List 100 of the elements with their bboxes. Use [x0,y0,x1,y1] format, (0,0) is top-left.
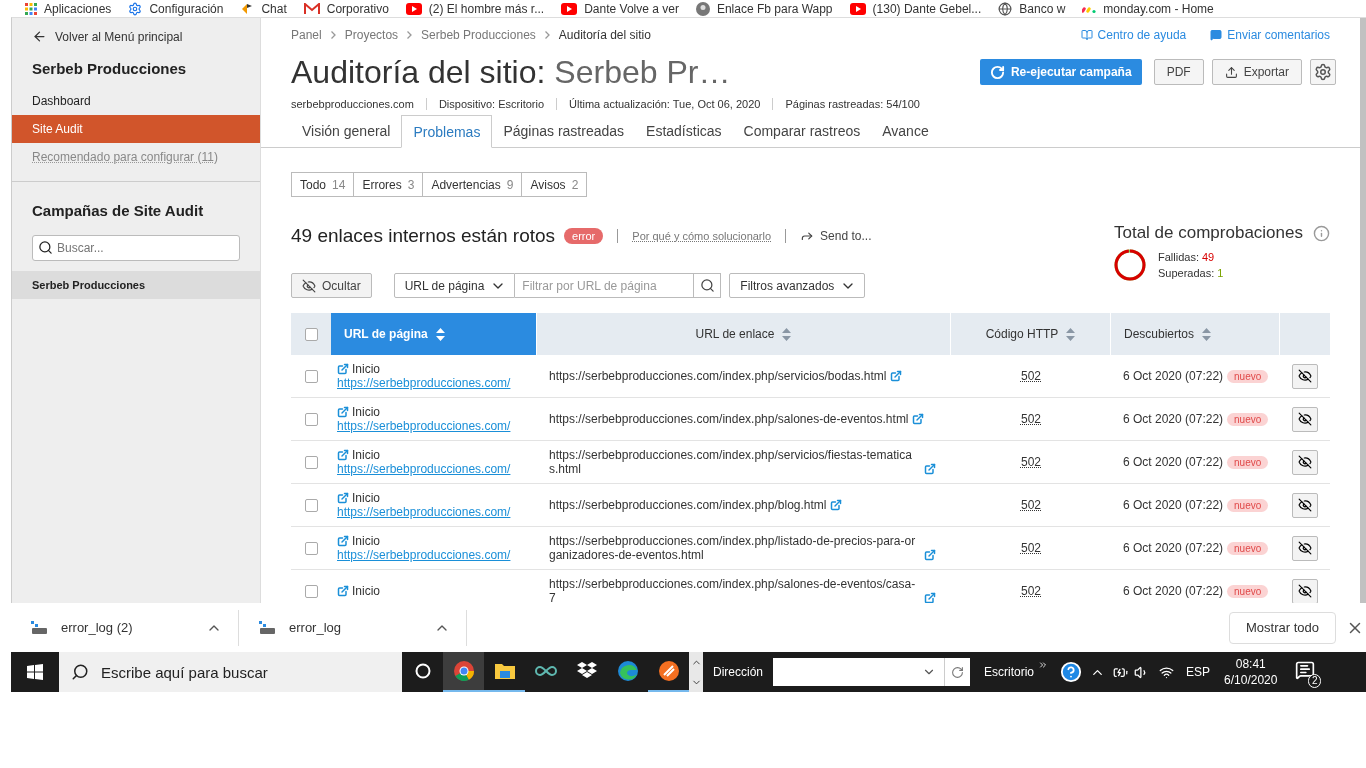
column-header[interactable]: URL de enlace [537,313,951,355]
external-link-icon[interactable] [337,406,349,418]
meta-info: Última actualización: Tue, Oct 06, 2020 [556,98,773,110]
download-item[interactable]: error_log (2) [11,609,239,646]
wifi-icon[interactable] [1159,664,1175,680]
scrollbar[interactable] [1360,18,1366,603]
filter-tab[interactable]: Todo 14 [291,172,355,197]
tab[interactable]: Avance [871,115,940,147]
help-link[interactable]: Centro de ayuda [1080,28,1187,42]
page-url-link[interactable]: https://serbebproducciones.com/ [337,505,511,519]
bookmark[interactable]: Chat [240,1,287,16]
external-link-icon[interactable] [337,363,349,375]
download-item[interactable]: error_log [239,609,467,646]
column-select[interactable]: URL de página [393,273,516,298]
hide-row-button[interactable] [1292,492,1318,518]
column-header[interactable]: Código HTTP [951,313,1111,355]
filter-tab[interactable]: Errores 3 [353,172,424,197]
hide-row-button[interactable] [1292,449,1318,475]
external-link-icon[interactable] [924,549,936,561]
bookmark[interactable]: monday.com - Home [1082,1,1214,16]
row-checkbox[interactable] [305,584,318,598]
taskbar-search-field[interactable]: Escribe aquí para buscar [59,652,402,692]
external-link-icon[interactable] [337,535,349,547]
external-link-icon[interactable] [829,499,842,511]
taskbar-app[interactable] [443,652,484,692]
tab[interactable]: Estadísticas [635,115,733,147]
hide-row-button[interactable] [1292,363,1318,389]
page-url-link[interactable]: https://serbebproducciones.com/ [337,548,511,562]
external-link-icon[interactable] [337,492,349,504]
select-all-checkbox[interactable] [305,327,318,341]
breadcrumb-link[interactable]: Auditoría del sitio [558,28,651,42]
external-link-icon[interactable] [911,413,924,425]
rerun-button[interactable]: Re-ejecutar campaña [979,59,1142,85]
show-all-button[interactable]: Mostrar todo [1229,611,1336,644]
bookmark[interactable]: (130) Dante Gebel... [849,1,982,16]
row-checkbox[interactable] [305,412,318,426]
chevrons-icon[interactable] [1038,660,1049,670]
clock-date[interactable]: 6/10/2020 [1224,672,1278,688]
breadcrumb-link[interactable]: Proyectos [344,28,399,42]
bookmark[interactable]: Corporativo [303,1,389,16]
external-link-icon[interactable] [924,592,936,603]
filter-tab[interactable]: Avisos 2 [521,172,588,197]
search-button[interactable] [694,273,722,298]
sidebar-item[interactable]: Dashboard [12,87,260,115]
help-link[interactable]: Por qué y cómo solucionarlo [632,230,772,242]
external-link-icon[interactable] [337,585,349,597]
tab[interactable]: Comparar rastreos [732,115,872,147]
address-field[interactable] [773,658,970,686]
external-link-icon[interactable] [924,463,936,475]
hide-row-button[interactable] [1292,578,1318,603]
row-checkbox[interactable] [305,498,318,512]
search-icon [71,663,89,681]
hide-button[interactable]: Ocultar [291,273,372,298]
bookmark[interactable]: Dante Volve a ver [561,1,679,16]
http-code[interactable]: 502 [1021,498,1041,512]
column-header[interactable]: Descubiertos [1111,313,1280,355]
row-checkbox[interactable] [305,369,318,383]
bookmark[interactable]: Banco w [998,1,1066,16]
info-icon[interactable] [1313,224,1330,242]
http-code[interactable]: 502 [1021,541,1041,555]
breadcrumb-link[interactable]: Serbeb Producciones [421,28,536,42]
breadcrumb-link[interactable]: Panel [291,28,322,42]
desktop-label[interactable]: Escritorio [984,665,1035,679]
advanced-filters-button[interactable]: Filtros avanzados [729,273,866,298]
clock-time[interactable]: 08:41 [1235,656,1266,672]
settings-button[interactable] [1310,59,1336,85]
pdf-button[interactable]: PDF [1153,59,1204,85]
external-link-icon[interactable] [889,370,902,382]
column-header[interactable]: URL de página [331,313,537,355]
tab[interactable]: Visión general [291,115,402,147]
tab[interactable]: Problemas [401,115,493,148]
send-to-button[interactable]: Send to... [800,229,872,243]
tab[interactable]: Páginas rastreadas [492,115,636,147]
bookmark[interactable]: Enlace Fb para Wapp [695,1,833,16]
http-code[interactable]: 502 [1021,369,1041,383]
eye-off-icon [1298,541,1312,555]
page-url-link[interactable]: https://serbebproducciones.com/ [337,419,511,433]
export-button[interactable]: Exportar [1211,59,1302,85]
sidebar-item[interactable]: Site Audit [12,115,260,143]
bookmark[interactable]: (2) El hombre más r... [405,1,545,16]
filter-tab[interactable]: Advertencias 9 [422,172,523,197]
back-link[interactable]: Volver al Menú principal [12,18,260,46]
hide-row-button[interactable] [1292,535,1318,561]
http-code[interactable]: 502 [1021,412,1041,426]
page-url-link[interactable]: https://serbebproducciones.com/ [337,376,511,390]
campaign-item[interactable]: Serbeb Producciones [12,271,260,299]
feedback-link[interactable]: Enviar comentarios [1210,28,1330,42]
page-url-link[interactable]: https://serbebproducciones.com/ [337,462,511,476]
row-checkbox[interactable] [305,455,318,469]
bookmark[interactable]: Aplicaciones [25,1,112,16]
row-checkbox[interactable] [305,541,318,555]
filter-field[interactable]: Filtrar por URL de página [515,273,695,298]
hide-row-button[interactable] [1292,406,1318,432]
http-code[interactable]: 502 [1021,455,1041,469]
search-field[interactable]: Buscar... [32,235,240,261]
language-indicator[interactable]: ESP [1186,665,1211,679]
help-icon[interactable] [1060,661,1083,683]
external-link-icon[interactable] [337,449,349,461]
http-code[interactable]: 502 [1021,584,1041,598]
bookmark[interactable]: Configuración [128,1,224,16]
